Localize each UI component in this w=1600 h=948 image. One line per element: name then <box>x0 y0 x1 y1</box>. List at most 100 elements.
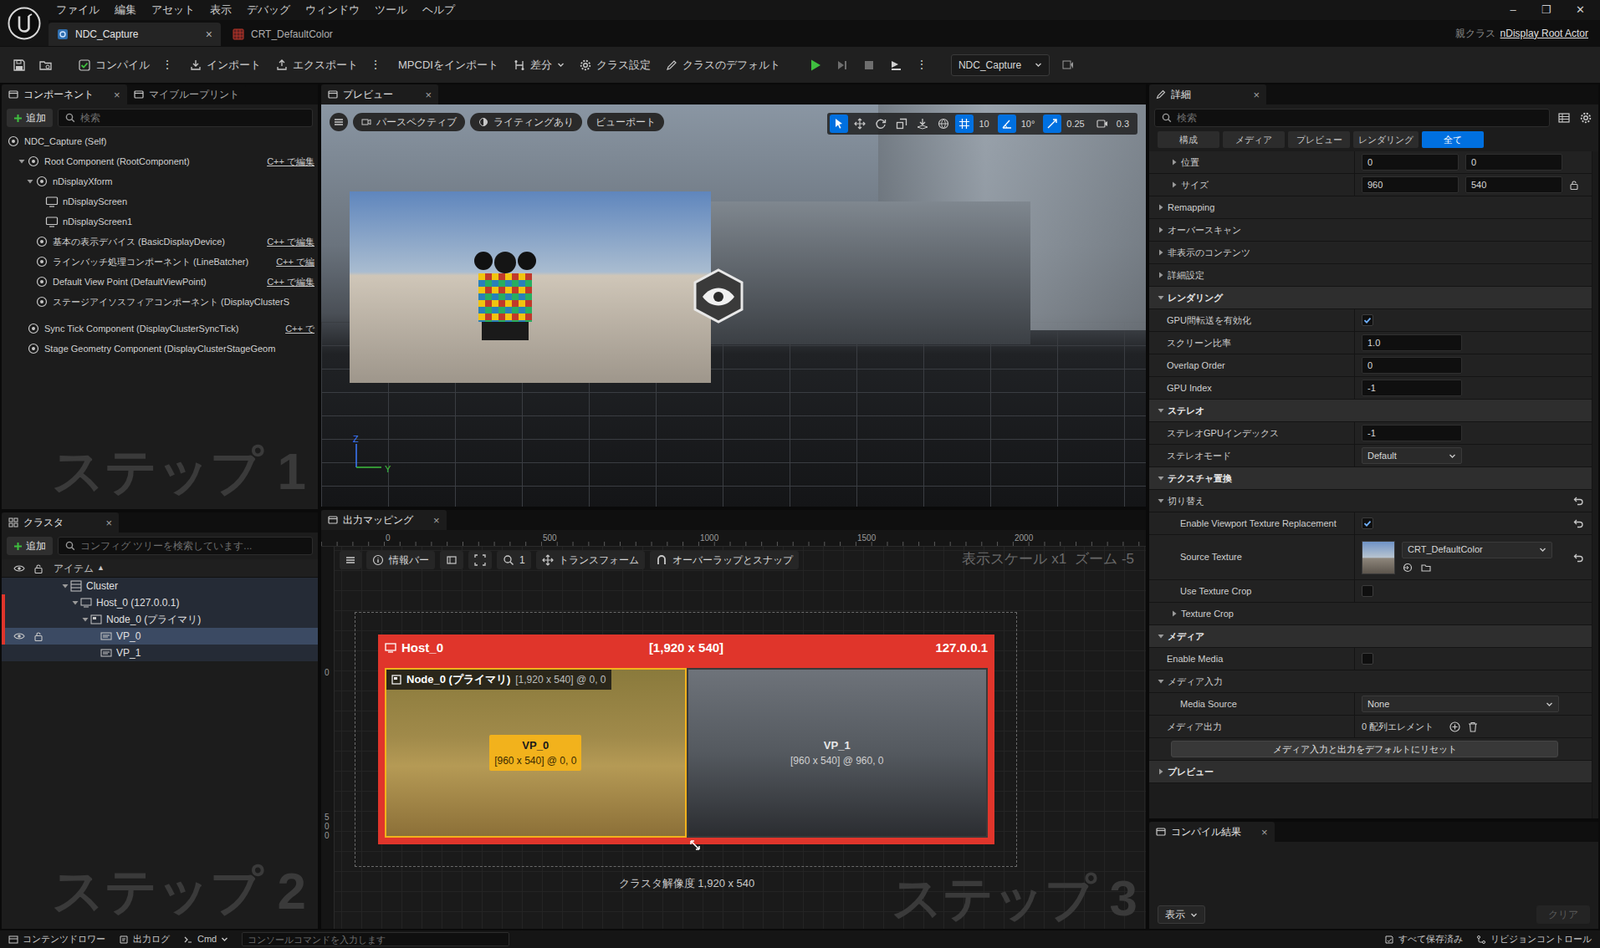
menu-item[interactable]: 表示 <box>202 1 240 19</box>
number-field[interactable]: 540 <box>1465 176 1563 194</box>
search-input[interactable] <box>80 538 306 554</box>
property-section[interactable]: ステレオ <box>1149 399 1592 423</box>
edit-in-cpp-link[interactable]: C++ で <box>285 322 315 337</box>
toolbar-button-label[interactable]: エクスポート <box>292 56 358 74</box>
panel-tab[interactable]: 詳細× <box>1149 84 1267 105</box>
component-row[interactable]: nDisplayScreen <box>1 191 318 212</box>
property-group-label[interactable]: 切り替え <box>1167 494 1205 509</box>
toolbar-button[interactable]: クラス設定 <box>572 52 658 78</box>
snap-value[interactable]: 10 <box>976 117 992 132</box>
add-button[interactable]: 追加 <box>6 536 53 556</box>
add-button[interactable]: 追加 <box>6 108 53 128</box>
filter-button[interactable]: メディア <box>1222 131 1285 149</box>
viewport-tool-button[interactable] <box>892 114 911 133</box>
browse-button[interactable] <box>33 52 59 78</box>
checkbox[interactable] <box>1361 314 1374 327</box>
component-row[interactable]: Default View Point (DefaultViewPoint)C++… <box>1 271 318 292</box>
panel-tab-label[interactable]: プレビュー <box>342 86 394 103</box>
property-group-label[interactable]: プレビュー <box>1167 765 1214 780</box>
toolbar-button-label[interactable]: クラスのデフォルト <box>682 56 781 74</box>
panel-tab-label[interactable]: 詳細 <box>1170 86 1192 103</box>
component-label[interactable]: ラインバッチ処理コンポーネント (LineBatcher) <box>52 255 249 270</box>
viewport-tool-button[interactable] <box>1093 114 1112 133</box>
property-group-label[interactable]: メディア <box>1167 629 1205 645</box>
cluster-item-label[interactable]: VP_0 <box>116 628 141 645</box>
component-label[interactable]: Default View Point (DefaultViewPoint) <box>52 275 207 290</box>
panel-tab-label[interactable]: クラスタ <box>23 515 64 531</box>
status-bar-button[interactable]: 出力ログ <box>118 932 170 947</box>
toolbar-button-label[interactable]: MPCDIをインポート <box>398 56 499 74</box>
console-input[interactable] <box>241 932 510 947</box>
show-dropdown[interactable]: 表示 <box>1157 905 1206 925</box>
toolbar-button-label[interactable]: 差分 <box>530 56 553 74</box>
viewport-tool-button[interactable] <box>913 114 932 133</box>
component-row[interactable]: NDC_Capture (Self) <box>1 131 318 152</box>
reset-media-button[interactable]: メディア入力と出力をデフォルトにリセット <box>1170 741 1559 758</box>
viewport-option-button[interactable]: ビューポート <box>587 112 665 132</box>
more-options-button[interactable]: ⋮ <box>366 56 385 74</box>
close-button[interactable]: × <box>433 515 440 527</box>
number-field[interactable]: 960 <box>1361 176 1459 194</box>
info-bar-button[interactable]: 情報バー <box>366 551 435 570</box>
toolbar-button[interactable]: エクスポート <box>269 52 365 78</box>
status-bar-label[interactable]: Cmd <box>197 932 217 947</box>
search-box[interactable] <box>1154 108 1550 128</box>
property-matrix-button[interactable] <box>1556 110 1572 126</box>
checkbox[interactable] <box>1361 517 1374 530</box>
info-bar-button-label[interactable]: 情報バー <box>388 552 430 568</box>
toolbar-button[interactable]: インポート <box>183 52 268 78</box>
restore-button[interactable]: ❐ <box>1529 1 1564 19</box>
panel-tab[interactable]: クラスタ× <box>1 512 119 533</box>
toolbar-button-label[interactable]: インポート <box>206 56 261 74</box>
toolbar-button[interactable]: コンパイル <box>71 52 157 78</box>
status-bar-button[interactable]: Cmd <box>183 932 229 947</box>
viewport-block[interactable]: VP_1[960 x 540] @ 960, 0 <box>686 668 989 839</box>
component-row[interactable]: ステージアイソスフィアコンポーネント (DisplayClusterS <box>1 291 318 312</box>
cluster-row[interactable]: Node_0 (プライマリ) <box>1 611 318 629</box>
property-group[interactable]: Remapping <box>1149 196 1592 220</box>
dropdown[interactable]: Default <box>1361 447 1462 465</box>
property-group[interactable]: オーバースキャン <box>1149 219 1592 242</box>
viewport-option-button[interactable]: ライティングあり <box>470 112 583 132</box>
viewport-tool-button[interactable] <box>829 114 849 133</box>
search-box[interactable] <box>57 108 313 128</box>
property-group[interactable]: Texture Crop <box>1149 603 1592 626</box>
zoom-to-fit-button[interactable] <box>468 551 492 570</box>
toolbar-button-label[interactable]: クラス設定 <box>596 56 651 74</box>
status-bar-label[interactable]: すべて保存済み <box>1398 932 1463 947</box>
filter-button[interactable]: レンダリング <box>1353 131 1419 149</box>
menu-item[interactable]: ウィンドウ <box>297 1 368 19</box>
component-row[interactable]: ラインバッチ処理コンポーネント (LineBatcher)C++ で編 <box>1 251 318 272</box>
component-label[interactable]: Stage Geometry Component (DisplayCluster… <box>44 342 276 357</box>
property-group[interactable]: メディア入力 <box>1149 670 1592 694</box>
zoom-button[interactable]: 1 <box>496 551 532 570</box>
property-group[interactable]: 詳細設定 <box>1149 264 1592 287</box>
component-label[interactable]: nDisplayScreen1 <box>62 214 133 230</box>
component-label[interactable]: nDisplayScreen <box>62 194 128 210</box>
scrollbar-track[interactable] <box>1591 151 1599 819</box>
menu-item[interactable]: アセット <box>143 1 203 19</box>
parent-class-link[interactable]: nDisplay Root Actor <box>1500 25 1589 41</box>
menu-item[interactable]: ツール <box>367 1 415 19</box>
property-section[interactable]: メディア <box>1149 625 1592 649</box>
dropdown-value[interactable]: CRT_DefaultColor <box>1407 542 1483 558</box>
close-button[interactable]: × <box>113 89 121 101</box>
cluster-item-label[interactable]: Host_0 (127.0.0.1) <box>96 595 179 611</box>
browse-asset-button[interactable] <box>1420 562 1432 574</box>
close-button[interactable]: × <box>1261 827 1268 839</box>
panel-tab-label[interactable]: コンポーネント <box>23 86 94 103</box>
cluster-item-label[interactable]: VP_1 <box>116 645 141 661</box>
component-label[interactable]: NDC_Capture (Self) <box>24 134 107 149</box>
document-tab[interactable]: CRT_DefaultColor <box>224 22 375 47</box>
cluster-item-label[interactable]: Cluster <box>86 578 118 594</box>
play-button[interactable] <box>805 55 826 76</box>
dropdown[interactable]: CRT_DefaultColor <box>1401 541 1553 559</box>
close-button[interactable]: × <box>424 89 432 101</box>
overlap-snap-button-label[interactable]: オーバーラップとスナップ <box>672 552 793 568</box>
property-group-label[interactable]: テクスチャ置換 <box>1167 471 1232 486</box>
viewport-tool-button[interactable] <box>850 114 870 133</box>
clear-array-button[interactable] <box>1467 720 1479 733</box>
clear-button[interactable]: クリア <box>1536 905 1590 925</box>
minimize-button[interactable]: – <box>1496 1 1530 19</box>
step-button[interactable] <box>832 55 853 76</box>
